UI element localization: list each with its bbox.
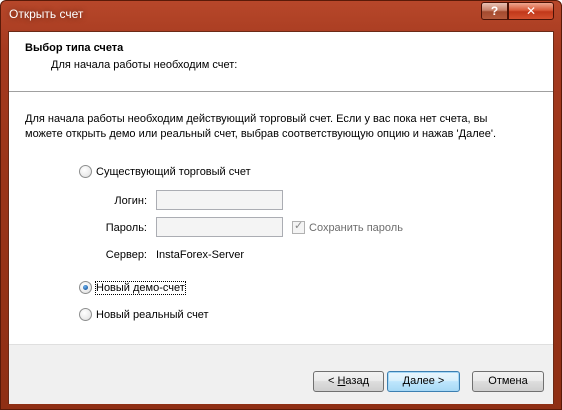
option-existing-label[interactable]: Существующий торговый счет [96,166,251,178]
back-button[interactable]: < Назад [313,371,384,392]
cancel-button[interactable]: Отмена [472,371,544,392]
dialog-client-area: Выбор типа счета Для начала работы необх… [8,31,554,404]
next-button-mnemonic: Д [402,375,411,387]
save-password-label[interactable]: Сохранить пароль [309,222,403,234]
option-real-label[interactable]: Новый реальный счет [96,309,209,321]
password-input[interactable] [156,217,283,237]
wizard-footer: < Назад Далее > Отмена [9,344,553,404]
radio-existing-account[interactable] [79,165,92,178]
wizard-header: Выбор типа счета Для начала работы необх… [9,32,553,92]
page-subtitle: Для начала работы необходим счет: [51,59,238,71]
option-demo-account[interactable]: Новый демо-счет [79,280,186,295]
intro-text: Для начала работы необходим действующий … [25,113,497,140]
radio-demo-account[interactable] [79,281,92,294]
checkbox-check-icon[interactable] [292,219,305,234]
login-label: Логин: [114,195,147,207]
password-label: Пароль: [105,222,147,234]
option-existing-account[interactable]: Существующий торговый счет [79,165,251,178]
dialog-window: Открыть счет ? ✕ Выбор типа счета Для на… [0,0,562,410]
close-button[interactable]: ✕ [508,2,554,20]
option-demo-label[interactable]: Новый демо-счет [95,280,186,295]
next-button-text: алее > [410,375,445,387]
option-real-account[interactable]: Новый реальный счет [79,308,209,321]
window-title: Открыть счет [9,7,84,21]
help-button[interactable]: ? [481,2,508,20]
page-title: Выбор типа счета [25,42,124,54]
back-button-text: азад [345,375,369,387]
title-bar[interactable]: Открыть счет ? ✕ [1,1,561,29]
save-password-checkbox[interactable]: Сохранить пароль [292,219,403,234]
server-label: Сервер: [105,249,147,261]
server-value: InstaForex-Server [156,249,245,261]
login-input[interactable] [156,190,283,210]
next-button[interactable]: Далее > [387,371,460,392]
radio-real-account[interactable] [79,308,92,321]
